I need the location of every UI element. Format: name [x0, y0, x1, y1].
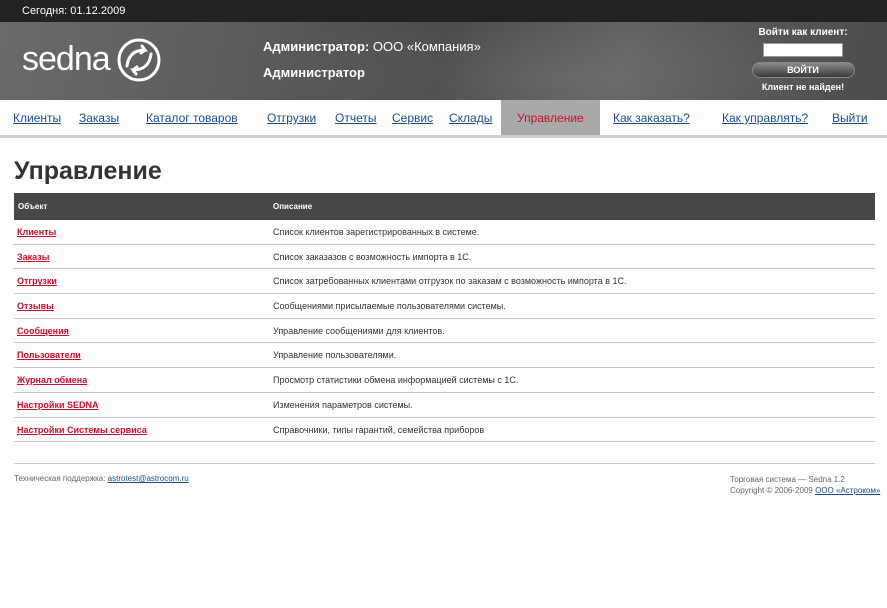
object-link-clients[interactable]: Клиенты: [17, 220, 56, 244]
object-link-sedna-settings[interactable]: Настройки SEDNA: [17, 393, 99, 417]
support-info: Техническая поддержка: astrotest@astroco…: [14, 474, 189, 483]
client-login-input[interactable]: [763, 43, 843, 57]
support-email-link[interactable]: astrotest@astrocom.ru: [108, 474, 189, 483]
table-row: Настройки Системы сервиса Справочники, т…: [14, 418, 875, 443]
column-header-description: Описание: [273, 202, 313, 211]
object-description: Управление сообщениями для клиентов.: [273, 325, 445, 336]
nav-clients[interactable]: Клиенты: [13, 100, 61, 135]
object-link-users[interactable]: Пользователи: [17, 343, 81, 367]
object-description: Управление пользователями.: [273, 350, 397, 361]
company-link[interactable]: ООО «Астроком»: [815, 486, 880, 495]
table-row: Отзывы Сообщениями присылаемые пользоват…: [14, 294, 875, 319]
sedna-logo-icon: [117, 38, 161, 82]
object-link-exchange-log[interactable]: Журнал обмена: [17, 368, 87, 392]
nav-how-to-order[interactable]: Как заказать?: [613, 100, 690, 135]
footer-divider: [14, 463, 875, 464]
header: sedna Администратор: ООО «Компания» Адми…: [0, 22, 887, 100]
nav-service[interactable]: Сервис: [392, 100, 433, 135]
nav-orders[interactable]: Заказы: [79, 100, 119, 135]
nav-warehouses[interactable]: Склады: [449, 100, 492, 135]
object-description: Просмотр статистики обмена информацией с…: [273, 375, 519, 386]
column-header-object: Объект: [18, 202, 48, 211]
client-login-label: Войти как клиент:: [758, 27, 848, 38]
nav-catalog[interactable]: Каталог товаров: [146, 100, 238, 135]
admin-role: Администратор: [263, 65, 365, 80]
object-description: Изменения параметров системы.: [273, 399, 413, 410]
page-title: Управление: [14, 157, 162, 185]
admin-company: Администратор: ООО «Компания»: [263, 39, 481, 54]
logo: sedna: [22, 40, 111, 78]
object-description: Справочники, типы гарантий, семейства пр…: [273, 424, 485, 435]
object-description: Список клиентов зарегистрированных в сис…: [273, 227, 480, 237]
nav-reports[interactable]: Отчеты: [335, 100, 376, 135]
table-row: Журнал обмена Просмотр статистики обмена…: [14, 368, 875, 393]
table-row: Пользователи Управление пользователями.: [14, 343, 875, 369]
object-description: Список заказазов с возможность импорта в…: [273, 251, 472, 262]
main-nav: Клиенты Заказы Каталог товаров Отгрузки …: [0, 100, 887, 138]
object-description: Список затребованных клиентами отгрузок …: [273, 276, 627, 287]
table-row: Сообщения Управление сообщениями для кли…: [14, 319, 875, 344]
object-link-feedback[interactable]: Отзывы: [17, 294, 54, 318]
today-date: Сегодня: 01.12.2009: [22, 5, 126, 17]
copyright-text: Copyright © 2006-2009: [730, 486, 813, 495]
table-row: Отгрузки Список затребованных клиентами …: [14, 269, 875, 295]
object-link-messages[interactable]: Сообщения: [17, 319, 69, 343]
management-table: Объект Описание Клиенты Список клиентов …: [14, 193, 875, 443]
client-login: Войти как клиент: ВОЙТИ Клиент не найден…: [728, 27, 878, 92]
nav-shipments[interactable]: Отгрузки: [267, 100, 316, 135]
copyright-info: Торговая система — Sedna 1.2 Copyright ©…: [730, 474, 880, 496]
object-link-shipments[interactable]: Отгрузки: [17, 269, 57, 293]
table-row: Клиенты Список клиентов зарегистрированн…: [14, 220, 875, 245]
client-login-status: Клиент не найден!: [761, 82, 845, 92]
system-version: Торговая система — Sedna 1.2: [730, 475, 845, 484]
nav-management[interactable]: Управление: [501, 100, 600, 135]
nav-logout[interactable]: Выйти: [832, 100, 868, 135]
object-description: Сообщениями присылаемые пользователями с…: [273, 301, 506, 312]
top-bar: Сегодня: 01.12.2009: [0, 0, 887, 22]
table-header: Объект Описание: [14, 193, 875, 220]
object-link-orders[interactable]: Заказы: [17, 245, 49, 269]
client-login-button[interactable]: ВОЙТИ: [751, 62, 855, 78]
object-link-service-settings[interactable]: Настройки Системы сервиса: [17, 418, 147, 442]
table-row: Заказы Список заказазов с возможность им…: [14, 245, 875, 270]
nav-how-to-manage[interactable]: Как управлять?: [722, 100, 808, 135]
table-row: Настройки SEDNA Изменения параметров сис…: [14, 393, 875, 418]
